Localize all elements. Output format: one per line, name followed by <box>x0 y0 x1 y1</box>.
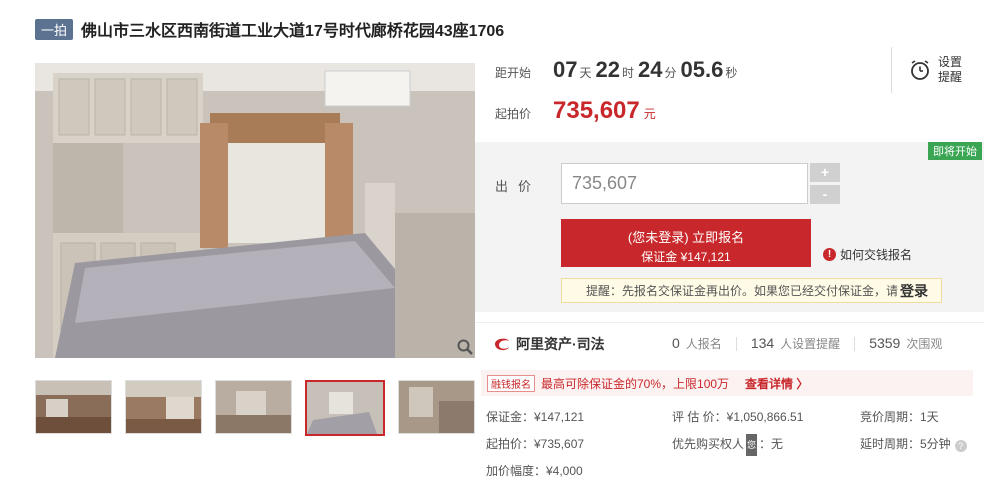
views-count: 5359 <box>869 335 901 351</box>
thumbnail-3[interactable] <box>215 380 292 434</box>
start-price: 起拍价 735,607 元 <box>495 97 656 125</box>
main-photo[interactable] <box>35 63 475 358</box>
countdown-days: 07 <box>553 57 578 82</box>
deposit-info: 保证金：¥147,121 <box>486 410 585 424</box>
signups-count: 0 <box>672 335 680 351</box>
bid-amount-input[interactable]: 735,607 <box>561 163 808 204</box>
reminder-label: 设置提醒 <box>938 55 963 84</box>
countdown: 距开始 07 天 22 时 24 分 05.6 秒 <box>495 57 741 83</box>
loan-promo: 融钱报名 最高可除保证金的70%，上限100万 查看详情 〉 <box>481 370 973 396</box>
promo-message: 最高可除保证金的70%，上限100万 <box>541 376 730 391</box>
priority-value: ：无 <box>759 437 784 451</box>
countdown-seconds: 05.6 <box>680 57 724 82</box>
divider <box>854 336 856 351</box>
priority-info: 优先购买权人您：无 <box>672 433 783 459</box>
start-price-value: 735,607 <box>553 97 640 124</box>
alarm-clock-icon <box>911 60 929 80</box>
start-price-info: 起拍价：¥735,607 <box>486 437 585 451</box>
tip-text: 提醒：先报名交保证金再出价。如果您已经交付保证金，请 <box>586 284 899 298</box>
how-to-pay-label: 如何交钱报名 <box>840 248 913 262</box>
reminders-count: 134 <box>750 335 775 351</box>
decrease-bid-button[interactable]: - <box>810 185 840 204</box>
zoom-icon[interactable] <box>456 338 474 356</box>
title-bar: 一拍 佛山市三水区西南街道工业大道17号时代廊桥花园43座1706 <box>35 18 504 40</box>
signup-button-label: (您未登录) 立即报名 <box>627 230 745 245</box>
increment-info: 加价幅度：¥4,000 <box>486 464 583 478</box>
promo-details-link[interactable]: 查看详情 〉 <box>745 375 808 392</box>
divider <box>735 336 737 351</box>
reminders-label: 人设置提醒 <box>780 337 841 351</box>
set-reminder-button[interactable]: 设置提醒 <box>891 47 981 93</box>
start-price-unit: 元 <box>643 107 656 121</box>
views-label: 次围观 <box>906 337 943 351</box>
brand-name: 阿里资产·司法 <box>516 335 605 352</box>
question-icon[interactable]: ? <box>954 440 967 452</box>
countdown-minutes-unit: 分 <box>664 66 677 80</box>
thumbnail-strip <box>35 380 488 436</box>
reminders-stat: 134 人设置提醒 <box>751 335 840 352</box>
info-icon: ! <box>823 248 836 261</box>
countdown-hours: 22 <box>595 57 620 82</box>
countdown-days-unit: 天 <box>579 66 592 80</box>
views-stat: 5359 次围观 <box>869 335 942 352</box>
thumbnail-5[interactable] <box>398 380 475 434</box>
delay-label: 延时周期：5分钟 <box>860 437 951 451</box>
countdown-label: 距开始 <box>495 66 532 80</box>
alibaba-logo-icon <box>495 338 509 350</box>
countdown-seconds-unit: 秒 <box>725 66 738 80</box>
bid-stepper: + - <box>810 163 840 204</box>
page-title: 佛山市三水区西南街道工业大道17号时代廊桥花园43座1706 <box>81 23 505 40</box>
priority-badge: 您 <box>746 434 758 456</box>
signup-deposit-label: 保证金 ¥147,121 <box>641 250 731 264</box>
promo-tag: 融钱报名 <box>487 374 535 392</box>
round-badge: 一拍 <box>35 18 74 40</box>
increase-bid-button[interactable]: + <box>810 163 840 182</box>
delay-info: 延时周期：5分钟? <box>860 433 967 459</box>
stats-bar: 阿里资产·司法 0 人报名 134 人设置提醒 5359 次围观 <box>475 322 984 364</box>
countdown-hours-unit: 时 <box>621 66 634 80</box>
bid-box: 即将开始 出价 735,607 + - (您未登录) 立即报名 保证金 ¥147… <box>475 142 984 312</box>
period-info: 竞价周期：1天 <box>860 410 939 424</box>
priority-label: 优先购买权人 <box>672 437 745 451</box>
how-to-pay-link[interactable]: ! 如何交钱报名 <box>823 246 912 263</box>
appraisal-info: 评 估 价：¥1,050,866.51 <box>672 410 804 424</box>
login-tip: 提醒：先报名交保证金再出价。如果您已经交付保证金，请 登录 <box>561 278 942 303</box>
login-link[interactable]: 登录 <box>900 281 928 301</box>
thumbnail-4-selected[interactable] <box>305 380 385 436</box>
countdown-minutes: 24 <box>638 57 663 82</box>
thumbnail-2[interactable] <box>125 380 202 434</box>
signup-button[interactable]: (您未登录) 立即报名 保证金 ¥147,121 <box>561 219 811 267</box>
signups-stat: 0 人报名 <box>672 335 722 352</box>
thumbnail-1[interactable] <box>35 380 112 434</box>
brand-logo: 阿里资产·司法 <box>492 334 672 354</box>
signups-label: 人报名 <box>685 337 722 351</box>
status-badge: 即将开始 <box>928 142 982 160</box>
start-price-label: 起拍价 <box>495 107 532 121</box>
bid-label: 出价 <box>495 179 542 194</box>
